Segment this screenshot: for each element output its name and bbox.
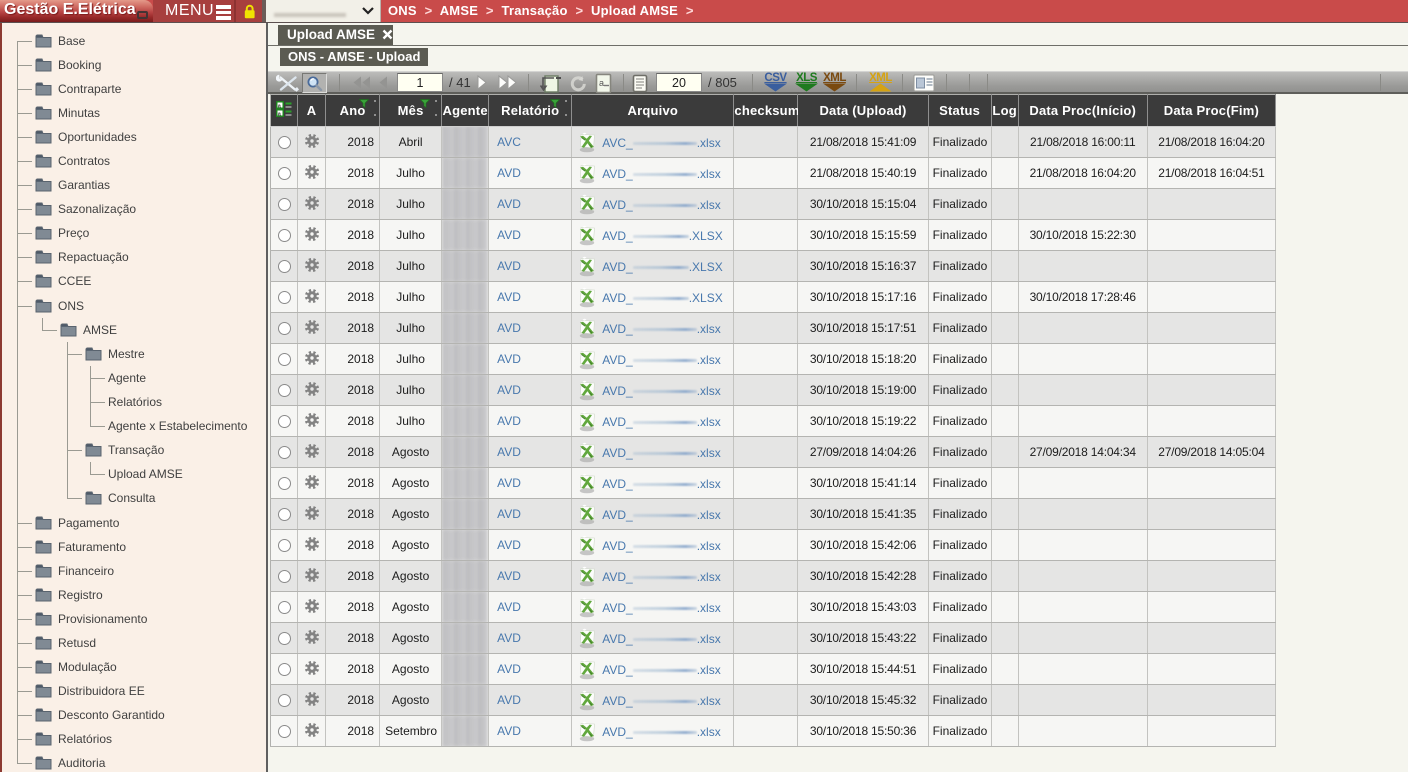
svg-text:a: a <box>599 78 604 88</box>
